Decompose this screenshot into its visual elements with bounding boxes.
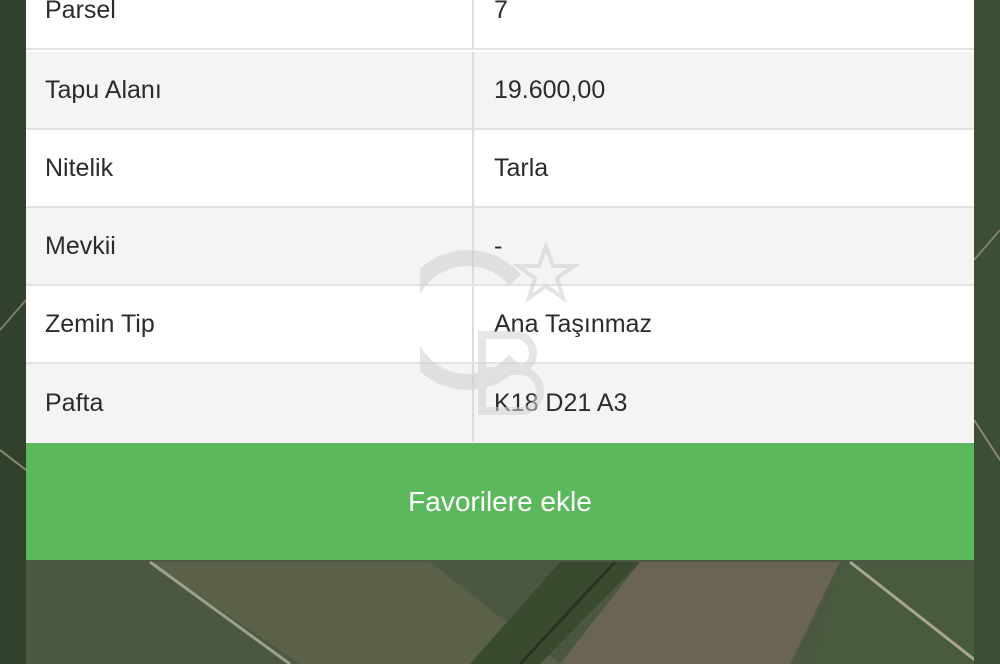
row-label: Nitelik bbox=[26, 130, 474, 206]
add-to-favorites-label: Favorilere ekle bbox=[408, 485, 592, 517]
table-row: Parsel 7 bbox=[26, 0, 974, 50]
row-label: Parsel bbox=[26, 0, 474, 48]
row-label: Pafta bbox=[26, 364, 474, 442]
row-value: K18 D21 A3 bbox=[494, 388, 628, 417]
table-row: Tapu Alanı 19.600,00 bbox=[26, 52, 974, 130]
table-row: Mevkii - bbox=[26, 208, 974, 286]
row-value: - bbox=[494, 231, 503, 260]
table-row: Pafta K18 D21 A3 bbox=[26, 364, 974, 442]
table-row: Zemin Tip Ana Taşınmaz bbox=[26, 286, 974, 364]
row-label: Zemin Tip bbox=[26, 286, 474, 362]
row-label: Tapu Alanı bbox=[26, 52, 474, 128]
row-label: Mevkii bbox=[26, 208, 474, 284]
add-to-favorites-button[interactable]: Favorilere ekle bbox=[26, 443, 974, 560]
table-row: Nitelik Tarla bbox=[26, 130, 974, 208]
row-value: Tarla bbox=[494, 153, 549, 182]
row-value: Ana Taşınmaz bbox=[494, 309, 652, 338]
row-value: 19.600,00 bbox=[494, 75, 606, 104]
parcel-details-panel: Parsel 7 Tapu Alanı 19.600,00 Nitelik Ta… bbox=[26, 0, 974, 560]
row-value: 7 bbox=[494, 0, 508, 24]
